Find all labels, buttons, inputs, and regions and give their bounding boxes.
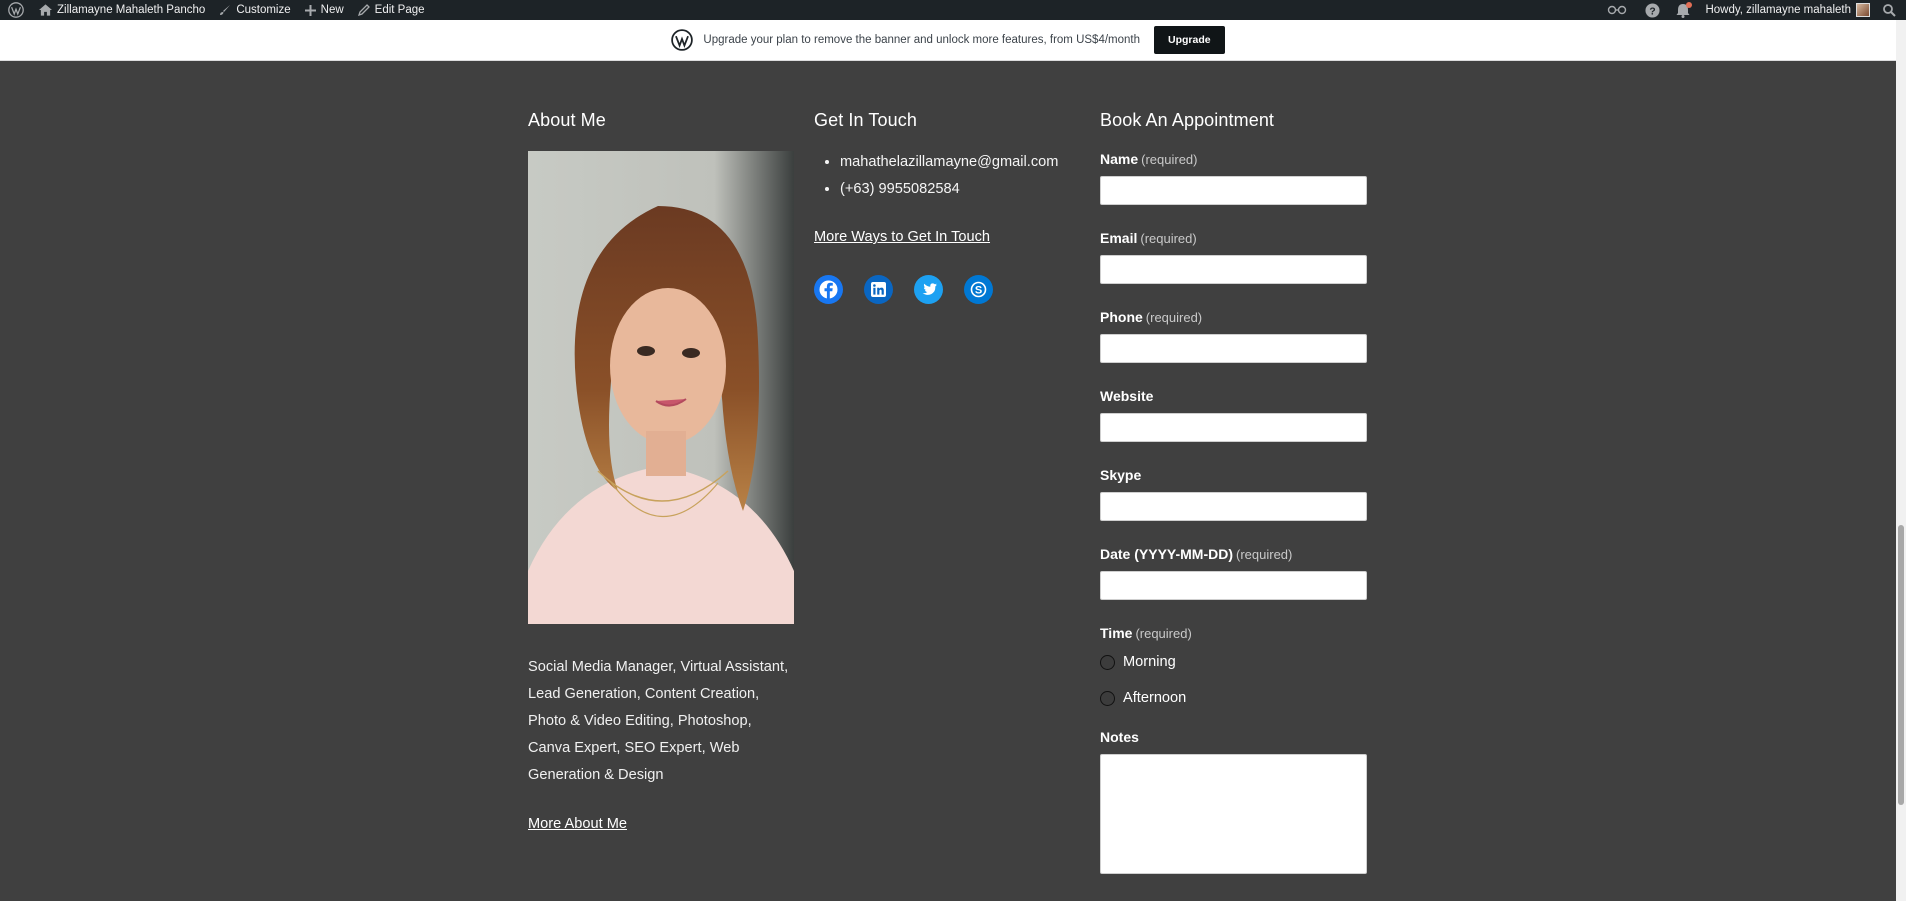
time-option-afternoon[interactable]: Afternoon [1100, 687, 1370, 709]
email-input[interactable] [1100, 255, 1367, 284]
howdy-label: Howdy, zillamayne mahaleth [1705, 4, 1851, 16]
edit-page-label: Edit Page [374, 4, 425, 16]
time-field-group: Time (required) Morning Afternoon [1100, 625, 1370, 709]
avatar [1856, 3, 1870, 17]
name-label: Name (required) [1100, 151, 1370, 167]
scrollbar-thumb[interactable] [1898, 525, 1904, 805]
email-field-group: Email (required) [1100, 230, 1370, 284]
about-bio: Social Media Manager, Virtual Assistant,… [528, 654, 794, 789]
phone-input[interactable] [1100, 334, 1367, 363]
edit-page-menu[interactable]: Edit Page [351, 0, 432, 20]
time-option-morning[interactable]: Morning [1100, 651, 1370, 673]
new-menu[interactable]: New [298, 0, 351, 20]
home-icon [39, 4, 52, 16]
skype-field-group: Skype [1100, 467, 1370, 521]
notes-textarea[interactable] [1100, 754, 1367, 874]
search-icon[interactable] [1877, 0, 1902, 20]
my-account-menu[interactable]: Howdy, zillamayne mahaleth [1698, 0, 1877, 20]
email-label: Email (required) [1100, 230, 1370, 246]
time-label-text: Time [1100, 625, 1133, 641]
name-input[interactable] [1100, 176, 1367, 205]
phone-label-text: Phone [1100, 309, 1143, 325]
website-field-group: Website [1100, 388, 1370, 442]
more-about-me-link[interactable]: More About Me [528, 816, 627, 832]
website-label: Website [1100, 388, 1154, 404]
customize-menu[interactable]: Customize [212, 0, 297, 20]
facebook-icon[interactable] [814, 275, 843, 304]
skype-label: Skype [1100, 467, 1142, 483]
site-name-label: Zillamayne Mahaleth Pancho [57, 4, 206, 16]
profile-photo [528, 151, 794, 624]
date-label-text: Date (YYYY-MM-DD) [1100, 546, 1234, 562]
afternoon-radio[interactable] [1100, 690, 1115, 706]
reader-glasses-icon[interactable] [1597, 0, 1637, 20]
required-text: (required) [1145, 310, 1203, 325]
twitter-icon[interactable] [914, 275, 943, 304]
skype-icon[interactable]: S [964, 275, 993, 304]
date-input[interactable] [1100, 571, 1367, 600]
linkedin-icon[interactable] [864, 275, 893, 304]
website-input[interactable] [1100, 413, 1367, 442]
morning-radio[interactable] [1100, 654, 1115, 670]
upgrade-banner-text: Upgrade your plan to remove the banner a… [703, 34, 1140, 46]
required-text: (required) [1141, 152, 1198, 167]
new-label: New [320, 4, 344, 16]
name-field-group: Name (required) [1100, 151, 1370, 205]
bio-line: Generation & Design [528, 767, 664, 783]
svg-text:?: ? [1650, 6, 1656, 17]
contact-phone[interactable]: (+63) 9955082584 [840, 176, 1084, 203]
plus-icon [304, 4, 316, 16]
more-ways-link[interactable]: More Ways to Get In Touch [814, 229, 990, 245]
page-scrollbar[interactable] [1896, 20, 1906, 901]
help-icon[interactable]: ? [1637, 0, 1668, 20]
date-field-group: Date (YYYY-MM-DD) (required) [1100, 546, 1370, 600]
brush-icon [219, 4, 231, 16]
contact-email[interactable]: mahathelazillamayne@gmail.com [840, 149, 1084, 176]
notification-dot [1686, 2, 1693, 8]
upgrade-button[interactable]: Upgrade [1154, 26, 1225, 54]
notes-label: Notes [1100, 729, 1139, 745]
site-name-menu[interactable]: Zillamayne Mahaleth Pancho [32, 0, 212, 20]
notes-field-group: Notes [1100, 729, 1370, 874]
appointment-heading: Book An Appointment [1100, 110, 1275, 130]
social-links: S [814, 275, 1084, 304]
time-label: Time (required) [1100, 625, 1370, 641]
bio-line: Photo & Video Editing, Photoshop, [528, 713, 752, 729]
pencil-icon [357, 4, 370, 16]
upgrade-banner: Upgrade your plan to remove the banner a… [0, 20, 1896, 61]
skype-input[interactable] [1100, 492, 1367, 521]
wordpress-logo-icon [671, 29, 694, 51]
notifications-bell-icon[interactable] [1668, 0, 1698, 20]
wordpress-logo-icon[interactable] [0, 0, 32, 20]
name-label-text: Name [1100, 151, 1139, 167]
bio-line: Canva Expert, SEO Expert, Web [528, 740, 740, 756]
morning-label: Morning [1123, 654, 1176, 670]
bio-line: Lead Generation, Content Creation, [528, 686, 760, 702]
get-in-touch-widget: Get In Touch mahathelazillamayne@gmail.c… [814, 110, 1084, 304]
phone-label: Phone (required) [1100, 309, 1370, 325]
required-text: (required) [1140, 231, 1197, 246]
required-text: (required) [1236, 547, 1293, 562]
contact-list: mahathelazillamayne@gmail.com (+63) 9955… [814, 149, 1084, 203]
get-in-touch-heading: Get In Touch [814, 110, 917, 130]
about-me-widget: About Me Social Media Manager, Virtual A… [528, 110, 794, 833]
afternoon-label: Afternoon [1123, 690, 1187, 706]
admin-bar: Zillamayne Mahaleth Pancho Customize New… [0, 0, 1906, 20]
svg-text:S: S [975, 284, 982, 296]
date-label: Date (YYYY-MM-DD) (required) [1100, 546, 1370, 562]
customize-label: Customize [236, 4, 291, 16]
email-label-text: Email [1100, 230, 1138, 246]
bio-line: Social Media Manager, Virtual Assistant, [528, 659, 789, 675]
about-me-heading: About Me [528, 110, 606, 130]
appointment-form-widget: Book An Appointment Name (required) Email… [1100, 110, 1370, 899]
required-text: (required) [1135, 626, 1192, 641]
phone-field-group: Phone (required) [1100, 309, 1370, 363]
